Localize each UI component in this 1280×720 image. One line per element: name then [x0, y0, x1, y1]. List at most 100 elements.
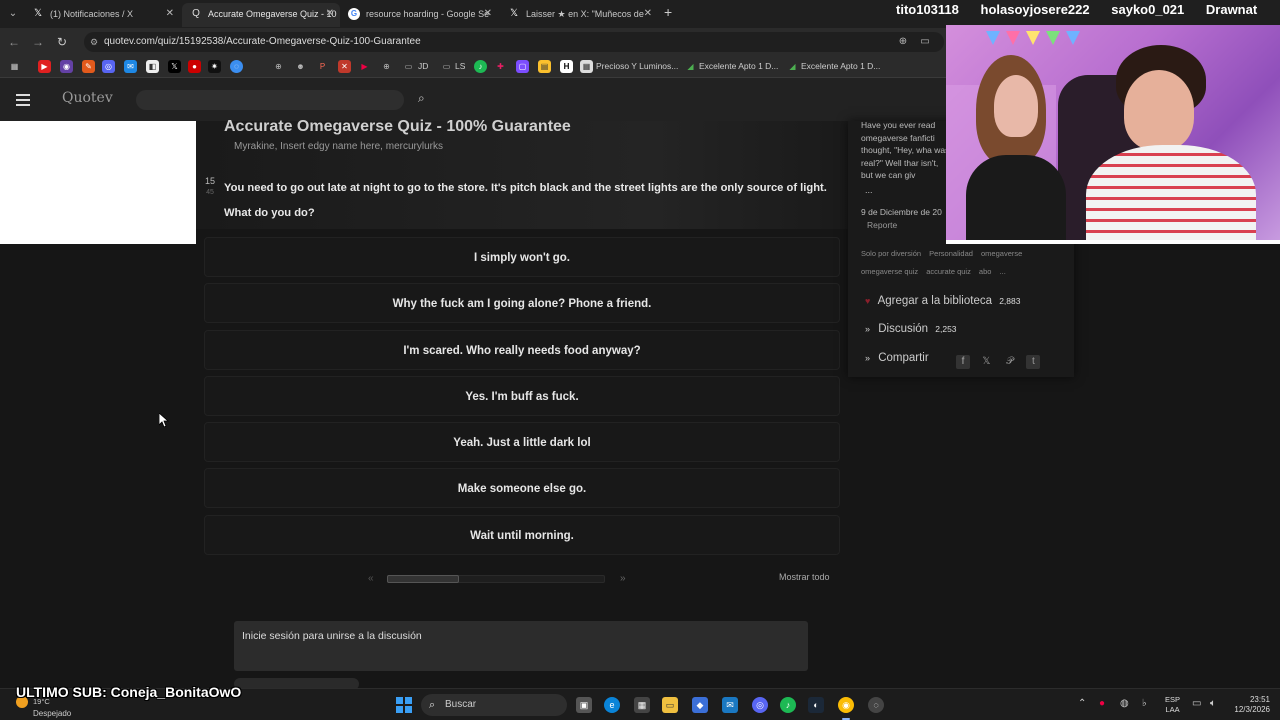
patreon-bookmark-icon[interactable]: P [316, 60, 329, 73]
back-arrow-icon[interactable]: ← [6, 34, 22, 50]
bookmark-icon[interactable]: ✎ [82, 60, 95, 73]
bookmark-icon[interactable]: ✚ [494, 60, 507, 73]
answer-option[interactable]: Yes. I'm buff as fuck. [204, 375, 840, 416]
bookmark-icon[interactable]: H [560, 60, 573, 73]
bookmark-folder-ls[interactable]: LS [455, 59, 465, 74]
bookmark-icon[interactable]: ✕ [338, 60, 351, 73]
close-tab-icon[interactable]: ✕ [166, 3, 174, 25]
twitch-bookmark-icon[interactable]: ◉ [60, 60, 73, 73]
site-search-input[interactable] [136, 90, 404, 110]
globe-bookmark-icon[interactable]: ⊕ [380, 60, 393, 73]
address-bar[interactable]: ⚙ quotev.com/quiz/15192538/Accurate-Omeg… [84, 32, 944, 52]
tab-quotev[interactable]: Q Accurate Omegaverse Quiz - 10 ✕ [182, 3, 340, 27]
site-info-icon[interactable]: ⚙ [90, 32, 98, 52]
bookmark-precioso[interactable]: Precioso Y Luminos... [596, 59, 678, 74]
more-description[interactable]: ... [865, 185, 873, 195]
share-button[interactable]: » Compartir [865, 352, 929, 364]
tab-laisser[interactable]: 𝕏 Laisser ★ en X: "Muñecos de ✕ [500, 3, 658, 27]
tag-link[interactable]: accurate quiz [926, 267, 971, 276]
tag-link[interactable]: abo [979, 267, 992, 276]
next-page-button[interactable]: » [620, 573, 626, 584]
spotify-icon[interactable]: ♪ [780, 697, 796, 713]
search-icon[interactable]: ⌕ [418, 91, 432, 105]
pinterest-icon[interactable]: 𝒫 [1003, 355, 1017, 369]
reload-icon[interactable]: ↻ [54, 34, 70, 50]
microphone-icon[interactable]: ♭ [1142, 698, 1147, 709]
bookmark-excelente-1[interactable]: Excelente Apto 1 D... [699, 59, 778, 74]
answer-option[interactable]: Yeah. Just a little dark lol [204, 422, 840, 463]
folder-icon[interactable]: ▭ [402, 60, 415, 73]
x-logo-icon[interactable]: 𝕏 [979, 355, 993, 369]
taskbar-search[interactable]: ⌕ Buscar [421, 694, 567, 716]
bookmark-icon[interactable]: ◧ [146, 60, 159, 73]
bookmark-icon[interactable]: ● [188, 60, 201, 73]
close-tab-icon[interactable]: ✕ [484, 3, 492, 25]
network-icon[interactable]: ▭ [1192, 698, 1201, 709]
copilot-icon[interactable]: ◆ [692, 697, 708, 713]
folder-icon[interactable]: ▭ [440, 60, 453, 73]
volume-icon[interactable]: 🔈︎ [1210, 698, 1216, 709]
tray-app-icon[interactable]: ◍ [1120, 698, 1129, 709]
obs-icon[interactable]: ◌ [868, 697, 884, 713]
windows-start-icon[interactable] [396, 697, 412, 713]
close-tab-icon[interactable]: ✕ [326, 3, 334, 25]
answer-option[interactable]: Why the fuck am I going alone? Phone a f… [204, 283, 840, 324]
chrome-icon[interactable]: ◉ [838, 697, 854, 713]
answer-option[interactable]: I simply won't go. [204, 237, 840, 277]
tray-expand-icon[interactable]: ⌃ [1078, 698, 1086, 709]
x-bookmark-icon[interactable]: 𝕏 [168, 60, 181, 73]
tag-link[interactable]: ... [1000, 267, 1006, 276]
system-clock[interactable]: 23:51 12/3/2026 [1228, 695, 1270, 715]
cast-icon[interactable]: ▭ [918, 35, 932, 49]
bookmark-icon[interactable]: ▤ [538, 60, 551, 73]
globe-bookmark-icon[interactable]: ⊕ [272, 60, 285, 73]
tag-link[interactable]: Solo por diversión [861, 249, 921, 258]
input-language[interactable]: ESP LAA [1165, 695, 1180, 715]
file-explorer-icon[interactable]: ▭ [662, 697, 678, 713]
bookmark-icon[interactable]: ▦ [580, 60, 593, 73]
task-view-icon[interactable]: ▣ [576, 697, 592, 713]
bookmark-icon[interactable]: ☻ [294, 60, 307, 73]
tab-list-chevron-icon[interactable]: ⌄ [4, 5, 22, 23]
bookmark-icon[interactable]: ▶ [358, 60, 371, 73]
bookmark-icon[interactable]: ◢ [786, 60, 799, 73]
show-all-link[interactable]: Mostrar todo [779, 572, 830, 582]
discussion-button[interactable]: » Discusión 2,253 [865, 323, 957, 335]
bookmark-folder-jd[interactable]: JD [418, 59, 428, 74]
menu-icon[interactable] [16, 94, 30, 106]
answer-option[interactable]: Wait until morning. [204, 514, 840, 555]
close-tab-icon[interactable]: ✕ [644, 3, 652, 25]
discussion-login-box[interactable]: Inicie sesión para unirse a la discusión [234, 621, 808, 671]
report-link[interactable]: Reporte [867, 220, 897, 230]
steam-icon[interactable]: ◐ [808, 697, 824, 713]
bookmark-excelente-2[interactable]: Excelente Apto 1 D... [801, 59, 880, 74]
new-tab-button[interactable]: + [664, 4, 672, 20]
forward-arrow-icon[interactable]: → [30, 34, 46, 50]
answer-option[interactable]: Make someone else go. [204, 468, 840, 509]
apps-grid-icon[interactable]: ▦ [8, 60, 21, 73]
pager-thumb[interactable] [387, 575, 459, 583]
mail-icon[interactable]: ✉ [722, 697, 738, 713]
bookmark-icon[interactable]: ♪ [474, 60, 487, 73]
tab-google[interactable]: G resource hoarding - Google Se ✕ [340, 3, 498, 27]
tag-link[interactable]: omegaverse quiz [861, 267, 918, 276]
discord-bookmark-icon[interactable]: ◎ [102, 60, 115, 73]
tag-link[interactable]: Personalidad [929, 249, 973, 258]
youtube-bookmark-icon[interactable]: ▶ [38, 60, 51, 73]
edge-icon[interactable]: e [604, 697, 620, 713]
add-to-library-button[interactable]: ♥ Agregar a la biblioteca 2,883 [865, 295, 1020, 307]
tab-notifications[interactable]: 𝕏 (1) Notificaciones / X ✕ [24, 3, 180, 27]
bookmark-icon[interactable]: ▢ [516, 60, 529, 73]
store-icon[interactable]: ▦ [634, 697, 650, 713]
bookmark-icon[interactable]: ✉ [124, 60, 137, 73]
bookmark-icon[interactable]: ✷ [208, 60, 221, 73]
answer-option[interactable]: I'm scared. Who really needs food anyway… [204, 329, 840, 370]
site-logo[interactable]: Quotev [62, 90, 113, 106]
facebook-icon[interactable]: f [956, 355, 970, 369]
bookmark-icon[interactable]: ◢ [684, 60, 697, 73]
quiz-authors[interactable]: Myrakine, Insert edgy name here, mercury… [234, 141, 443, 152]
tag-link[interactable]: omegaverse [981, 249, 1022, 258]
tumblr-icon[interactable]: t [1026, 355, 1041, 369]
bookmark-icon[interactable]: ◌ [230, 60, 243, 73]
zoom-icon[interactable]: ⊕ [896, 35, 910, 49]
